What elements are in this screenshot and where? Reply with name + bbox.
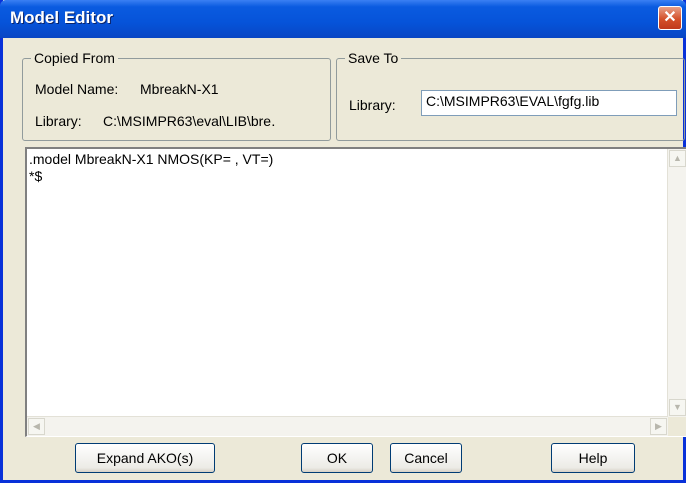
copied-library-value: C:\MSIMPR63\eval\LIB\bre․ (103, 113, 276, 129)
save-to-group: Save To Library: C:\MSIMPR63\EVAL\fgfg.l… (336, 50, 685, 141)
save-library-input[interactable]: C:\MSIMPR63\EVAL\fgfg.lib (421, 90, 677, 116)
close-button[interactable]: ✕ (658, 6, 682, 30)
model-name-value: MbreakN-X1 (140, 81, 219, 97)
scroll-down-arrow-icon[interactable]: ▼ (669, 399, 686, 416)
window-title: Model Editor (10, 8, 113, 27)
scroll-right-arrow-icon[interactable]: ▶ (650, 418, 667, 435)
vertical-scrollbar[interactable]: ▲ ▼ (667, 149, 686, 417)
ok-button[interactable]: OK (301, 443, 373, 473)
copied-from-group: Copied From Model Name: MbreakN-X1 Libra… (22, 50, 331, 141)
close-icon: ✕ (663, 9, 677, 26)
model-text-editor[interactable]: .model MbreakN-X1 NMOS(KP= , VT=) *$ ▲ ▼… (25, 147, 686, 437)
save-library-input-value: C:\MSIMPR63\EVAL\fgfg.lib (426, 93, 600, 109)
help-button[interactable]: Help (551, 443, 635, 473)
expand-ako-button[interactable]: Expand AKO(s) (75, 443, 215, 473)
copied-from-label: Copied From (31, 50, 118, 66)
title-bar[interactable]: Model Editor ✕ (0, 0, 686, 38)
model-text-content[interactable]: .model MbreakN-X1 NMOS(KP= , VT=) *$ (29, 151, 666, 415)
model-name-label: Model Name: (35, 81, 119, 97)
cancel-button[interactable]: Cancel (390, 443, 462, 473)
scrollbar-corner (668, 417, 686, 436)
horizontal-scrollbar[interactable]: ◀ ▶ (27, 416, 668, 436)
scroll-left-arrow-icon[interactable]: ◀ (28, 418, 45, 435)
scroll-up-arrow-icon[interactable]: ▲ (669, 150, 686, 167)
save-to-label: Save To (345, 50, 402, 66)
model-editor-dialog: Model Editor ✕ Copied From Model Name: M… (0, 0, 686, 483)
save-library-label: Library: (349, 97, 396, 113)
copied-library-label: Library: (35, 113, 82, 129)
